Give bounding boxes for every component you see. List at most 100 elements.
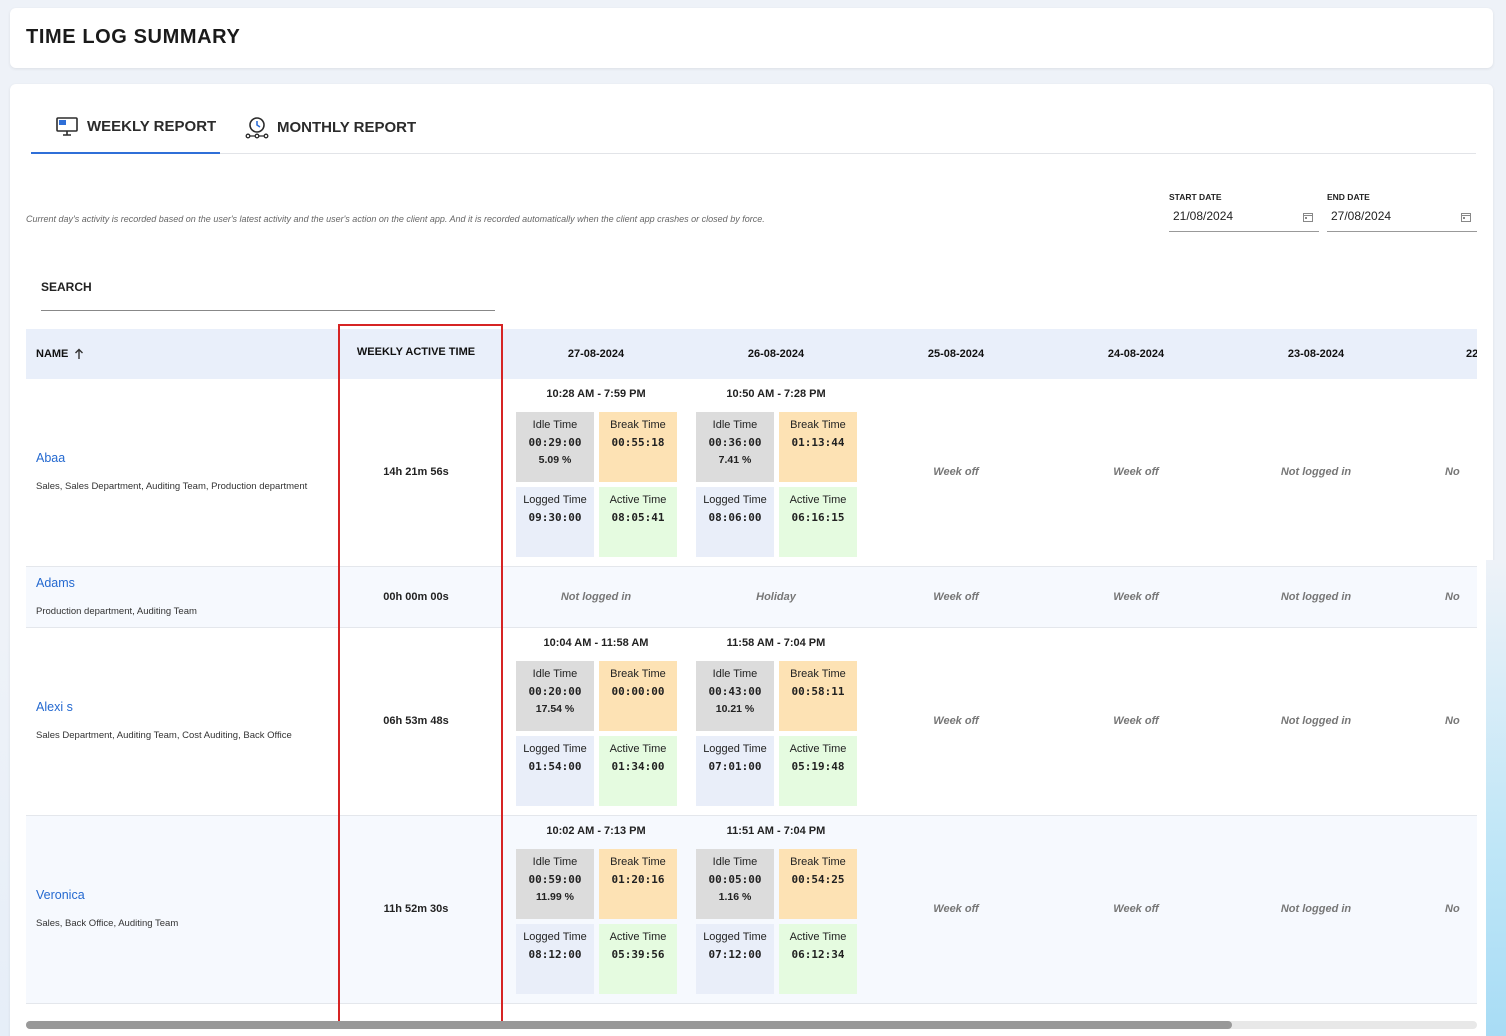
weekly-active-time: 00h 00m 00s (383, 590, 449, 603)
start-date-field[interactable]: START DATE 21/08/2024 (1169, 192, 1319, 232)
idle-time-value: 00:59:00 (528, 873, 582, 886)
name-column-header[interactable]: NAME (36, 329, 84, 379)
logged-time-tile: Logged Time 07:01:00 (696, 736, 774, 806)
employee-name-link[interactable]: Abaa (36, 451, 307, 465)
day-status: Week off (933, 590, 979, 603)
start-date-label: START DATE (1169, 192, 1222, 202)
time-log-table: NAME WEEKLY ACTIVE TIME 27-08-2024 26-08… (26, 329, 1477, 1005)
weekly-active-header: WEEKLY ACTIVE TIME (341, 329, 491, 375)
active-time-value: 05:19:48 (791, 760, 845, 773)
report-card: WEEKLY REPORT MONTHLY REPORT Current day… (10, 84, 1493, 1036)
date-header-label: 25-08-2024 (927, 348, 985, 360)
scrollbar-thumb[interactable] (26, 1021, 1232, 1029)
break-time-value: 01:13:44 (791, 436, 845, 449)
idle-time-tile: Idle Time 00:36:00 7.41 % (696, 412, 774, 482)
active-time-value: 08:05:41 (611, 511, 665, 524)
day-summary: 11:58 AM - 7:04 PM Idle Time 00:43:00 10.21… (686, 637, 866, 813)
active-time-label: Active Time (609, 743, 667, 755)
logged-time-tile: Logged Time 01:54:00 (516, 736, 594, 806)
day-status: No (1445, 903, 1460, 915)
end-date-label: END DATE (1327, 192, 1370, 202)
weekly-active-time: 06h 53m 48s (383, 715, 449, 727)
active-time-label: Active Time (609, 931, 667, 943)
idle-time-percent: 1.16 % (718, 891, 752, 903)
end-date-field[interactable]: END DATE 27/08/2024 (1327, 192, 1477, 232)
active-time-value: 06:12:34 (791, 948, 845, 961)
active-time-tile: Active Time 08:05:41 (599, 487, 677, 557)
weekly-active-header-label: WEEKLY ACTIVE TIME (356, 346, 476, 358)
logged-time-label: Logged Time (523, 494, 587, 506)
day-status: No (1445, 466, 1460, 478)
start-date-input[interactable]: 21/08/2024 (1169, 208, 1319, 232)
tab-monthly-report[interactable]: MONTHLY REPORT (245, 100, 416, 154)
date-header: 23-08-2024 (1226, 329, 1406, 379)
active-time-label: Active Time (789, 931, 847, 943)
employee-name-link[interactable]: Veronica (36, 888, 178, 902)
break-time-value: 00:54:25 (791, 873, 845, 886)
break-time-label: Break Time (790, 419, 846, 431)
employee-departments: Production department, Auditing Team (36, 605, 197, 617)
search-label: SEARCH (41, 280, 92, 294)
end-date-input[interactable]: 27/08/2024 (1327, 208, 1477, 232)
work-time-range: 10:04 AM - 11:58 AM (543, 637, 649, 649)
logged-time-tile: Logged Time 08:06:00 (696, 487, 774, 557)
idle-time-tile: Idle Time 00:59:00 11.99 % (516, 849, 594, 919)
break-time-value: 01:20:16 (611, 873, 665, 886)
active-time-tile: Active Time 05:39:56 (599, 924, 677, 994)
day-status: Week off (1113, 903, 1159, 915)
search-input[interactable]: SEARCH (41, 280, 495, 311)
break-time-tile: Break Time 00:55:18 (599, 412, 677, 482)
horizontal-scrollbar[interactable] (26, 1021, 1477, 1029)
active-time-tile: Active Time 06:16:15 (779, 487, 857, 557)
active-time-label: Active Time (609, 494, 667, 506)
day-status: Week off (1113, 715, 1159, 727)
idle-time-label: Idle Time (532, 419, 578, 431)
logged-time-value: 07:12:00 (708, 948, 762, 961)
day-summary: 10:02 AM - 7:13 PM Idle Time 00:59:00 11.99… (506, 825, 686, 1001)
page-title: TIME LOG SUMMARY (26, 26, 241, 48)
day-status: No (1445, 715, 1460, 727)
clock-icon (245, 117, 269, 139)
day-summary: 11:51 AM - 7:04 PM Idle Time 00:05:00 1.16 … (686, 825, 866, 1001)
idle-time-label: Idle Time (532, 856, 578, 868)
date-header: 22 (1466, 329, 1477, 379)
tab-weekly-label: WEEKLY REPORT (87, 117, 217, 135)
break-time-label: Break Time (610, 856, 666, 868)
idle-time-percent: 10.21 % (715, 703, 755, 715)
monitor-icon (56, 117, 78, 136)
work-time-range: 10:50 AM - 7:28 PM (726, 388, 826, 400)
end-date-value: 27/08/2024 (1331, 209, 1392, 223)
tab-monthly-label: MONTHLY REPORT (277, 118, 417, 136)
table-row: Abaa Sales, Sales Department, Auditing Te… (26, 379, 1477, 567)
logged-time-tile: Logged Time 08:12:00 (516, 924, 594, 994)
day-summary: 10:04 AM - 11:58 AM Idle Time 00:20:00 17.5… (506, 637, 686, 813)
calendar-icon[interactable] (1461, 212, 1471, 222)
idle-time-value: 00:29:00 (528, 436, 582, 449)
tab-weekly-report[interactable]: WEEKLY REPORT (31, 100, 220, 154)
weekly-active-time: 14h 21m 56s (383, 466, 449, 478)
sort-ascending-icon[interactable] (74, 348, 84, 360)
day-status: No (1445, 590, 1460, 603)
logged-time-value: 08:12:00 (528, 948, 582, 961)
idle-time-tile: Idle Time 00:05:00 1.16 % (696, 849, 774, 919)
idle-time-value: 00:36:00 (708, 436, 762, 449)
employee-departments: Sales Department, Auditing Team, Cost Au… (36, 730, 292, 741)
calendar-icon[interactable] (1303, 212, 1313, 222)
table-row: Alexi s Sales Department, Auditing Team, … (26, 628, 1477, 816)
day-summary: 10:50 AM - 7:28 PM Idle Time 00:36:00 7.41 … (686, 388, 866, 564)
employee-name-link[interactable]: Adams (36, 576, 197, 590)
employee-name-link[interactable]: Alexi s (36, 700, 292, 714)
day-status: Week off (933, 715, 979, 727)
day-status: Week off (1113, 590, 1159, 603)
idle-time-value: 00:43:00 (708, 685, 762, 698)
table-row: Veronica Sales, Back Office, Auditing Tea… (26, 816, 1477, 1004)
day-status: Not logged in (560, 590, 632, 603)
active-time-tile: Active Time 06:12:34 (779, 924, 857, 994)
logged-time-label: Logged Time (523, 743, 587, 755)
break-time-tile: Break Time 00:00:00 (599, 661, 677, 731)
logged-time-value: 09:30:00 (528, 511, 582, 524)
day-status: Not logged in (1280, 903, 1352, 915)
idle-time-percent: 17.54 % (535, 703, 575, 715)
employee-departments: Sales, Back Office, Auditing Team (36, 918, 179, 929)
report-tabs: WEEKLY REPORT MONTHLY REPORT (31, 100, 1476, 154)
